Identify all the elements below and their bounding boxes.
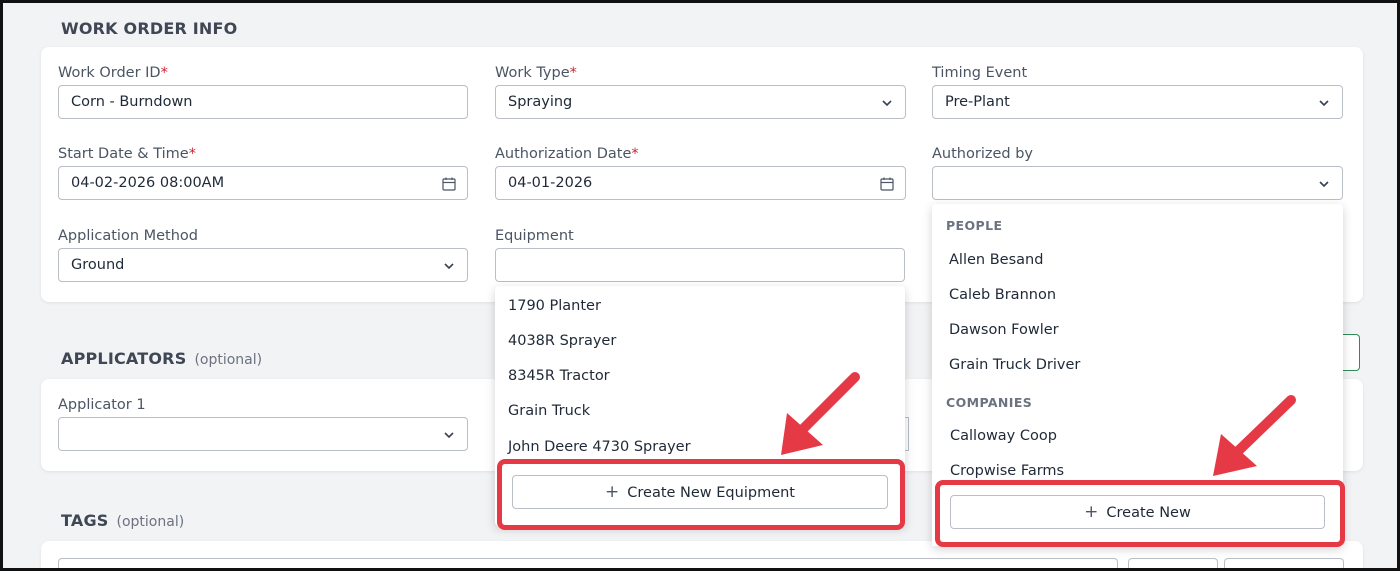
option-label: 1790 Planter	[508, 298, 601, 314]
option-label: Dawson Fowler	[949, 322, 1059, 338]
authorization-date-value: 04-01-2026	[508, 175, 593, 191]
label-text: Start Date & Time	[58, 146, 189, 162]
application-method-select[interactable]: Ground	[58, 248, 468, 282]
work-type-value: Spraying	[508, 94, 573, 110]
chevron-down-icon	[1319, 100, 1329, 107]
equipment-option[interactable]: 4038R Sprayer	[508, 333, 616, 349]
company-option[interactable]: Cropwise Farms	[950, 463, 1064, 479]
annotation-arrow-icon	[1213, 395, 1296, 476]
section-title-work-order-info: WORK ORDER INFO	[61, 19, 237, 38]
highlight-box-create-new	[935, 480, 1345, 547]
applicator-1-label: Applicator 1	[58, 397, 146, 413]
calendar-icon[interactable]	[441, 176, 457, 192]
authorization-date-input[interactable]: 04-01-2026	[495, 166, 906, 200]
person-option[interactable]: Dawson Fowler	[949, 322, 1059, 338]
start-date-input[interactable]: 04-02-2026 08:00AM	[58, 166, 468, 200]
required-marker: *	[160, 65, 168, 81]
section-title-text: WORK ORDER INFO	[61, 19, 238, 38]
authorization-date-label: Authorization Date*	[495, 146, 639, 162]
section-title-applicators: APPLICATORS (optional)	[61, 349, 262, 368]
label-text: Timing Event	[932, 65, 1028, 81]
option-label: Calloway Coop	[950, 428, 1057, 444]
people-group-header: PEOPLE	[946, 218, 1002, 233]
option-label: Caleb Brannon	[949, 287, 1057, 303]
group-header-text: PEOPLE	[946, 218, 1003, 233]
start-date-value: 04-02-2026 08:00AM	[71, 175, 225, 191]
section-title-text: TAGS	[61, 511, 109, 530]
timing-event-label: Timing Event	[932, 65, 1027, 81]
calendar-icon[interactable]	[879, 176, 895, 192]
required-marker: *	[631, 146, 639, 162]
authorized-by-label: Authorized by	[932, 146, 1033, 162]
companies-group-header: COMPANIES	[946, 395, 1032, 410]
equipment-option[interactable]: 8345R Tractor	[508, 368, 610, 384]
option-label: Grain Truck Driver	[949, 357, 1081, 373]
highlight-box-equipment	[497, 459, 905, 530]
company-option[interactable]: Calloway Coop	[950, 428, 1057, 444]
app-frame: WORK ORDER INFO Work Order ID* Corn - Bu…	[0, 0, 1400, 571]
work-type-label: Work Type*	[495, 65, 577, 81]
label-text: Applicator 1	[58, 397, 146, 413]
label-text: Work Type	[495, 65, 570, 81]
annotation-arrow-icon	[781, 372, 860, 455]
chevron-down-icon	[444, 263, 454, 270]
label-text: Application Method	[58, 228, 199, 244]
timing-event-value: Pre-Plant	[945, 94, 1010, 110]
option-label: Cropwise Farms	[950, 463, 1065, 479]
label-text: Equipment	[495, 228, 574, 244]
chevron-down-icon	[444, 432, 454, 439]
timing-event-select[interactable]: Pre-Plant	[932, 85, 1343, 119]
option-label: John Deere 4730 Sprayer	[508, 439, 691, 455]
work-type-select[interactable]: Spraying	[495, 85, 906, 119]
equipment-option[interactable]: 1790 Planter	[508, 298, 601, 314]
option-label: 4038R Sprayer	[508, 333, 617, 349]
section-title-text: APPLICATORS	[61, 349, 187, 368]
application-method-value: Ground	[71, 257, 125, 273]
work-order-id-label: Work Order ID*	[58, 65, 168, 81]
optional-tag: (optional)	[194, 352, 263, 368]
required-marker: *	[188, 146, 196, 162]
tags-action-button[interactable]	[1128, 558, 1218, 568]
chevron-down-icon	[882, 100, 892, 107]
label-text: Authorized by	[932, 146, 1033, 162]
start-date-label: Start Date & Time*	[58, 146, 196, 162]
tags-secondary-button[interactable]	[1224, 558, 1344, 568]
group-header-text: COMPANIES	[946, 395, 1033, 410]
section-title-tags: TAGS (optional)	[61, 511, 184, 530]
label-text: Authorization Date	[495, 146, 632, 162]
option-label: Allen Besand	[949, 252, 1044, 268]
equipment-option[interactable]: Grain Truck	[508, 403, 590, 419]
tags-input[interactable]	[58, 558, 1118, 568]
label-text: Work Order ID	[58, 65, 161, 81]
option-label: 8345R Tractor	[508, 368, 610, 384]
authorized-by-select[interactable]	[932, 166, 1343, 200]
person-option[interactable]: Allen Besand	[949, 252, 1043, 268]
equipment-input[interactable]	[495, 248, 905, 282]
equipment-option[interactable]: John Deere 4730 Sprayer	[508, 439, 691, 455]
person-option[interactable]: Grain Truck Driver	[949, 357, 1080, 373]
equipment-label: Equipment	[495, 228, 574, 244]
person-option[interactable]: Caleb Brannon	[949, 287, 1056, 303]
applicator-1-select[interactable]	[58, 417, 468, 451]
application-method-label: Application Method	[58, 228, 198, 244]
work-order-id-input[interactable]: Corn - Burndown	[58, 85, 468, 119]
work-order-id-value: Corn - Burndown	[71, 94, 193, 110]
chevron-down-icon	[1319, 181, 1329, 188]
optional-tag: (optional)	[116, 514, 185, 530]
required-marker: *	[569, 65, 577, 81]
option-label: Grain Truck	[508, 403, 591, 419]
